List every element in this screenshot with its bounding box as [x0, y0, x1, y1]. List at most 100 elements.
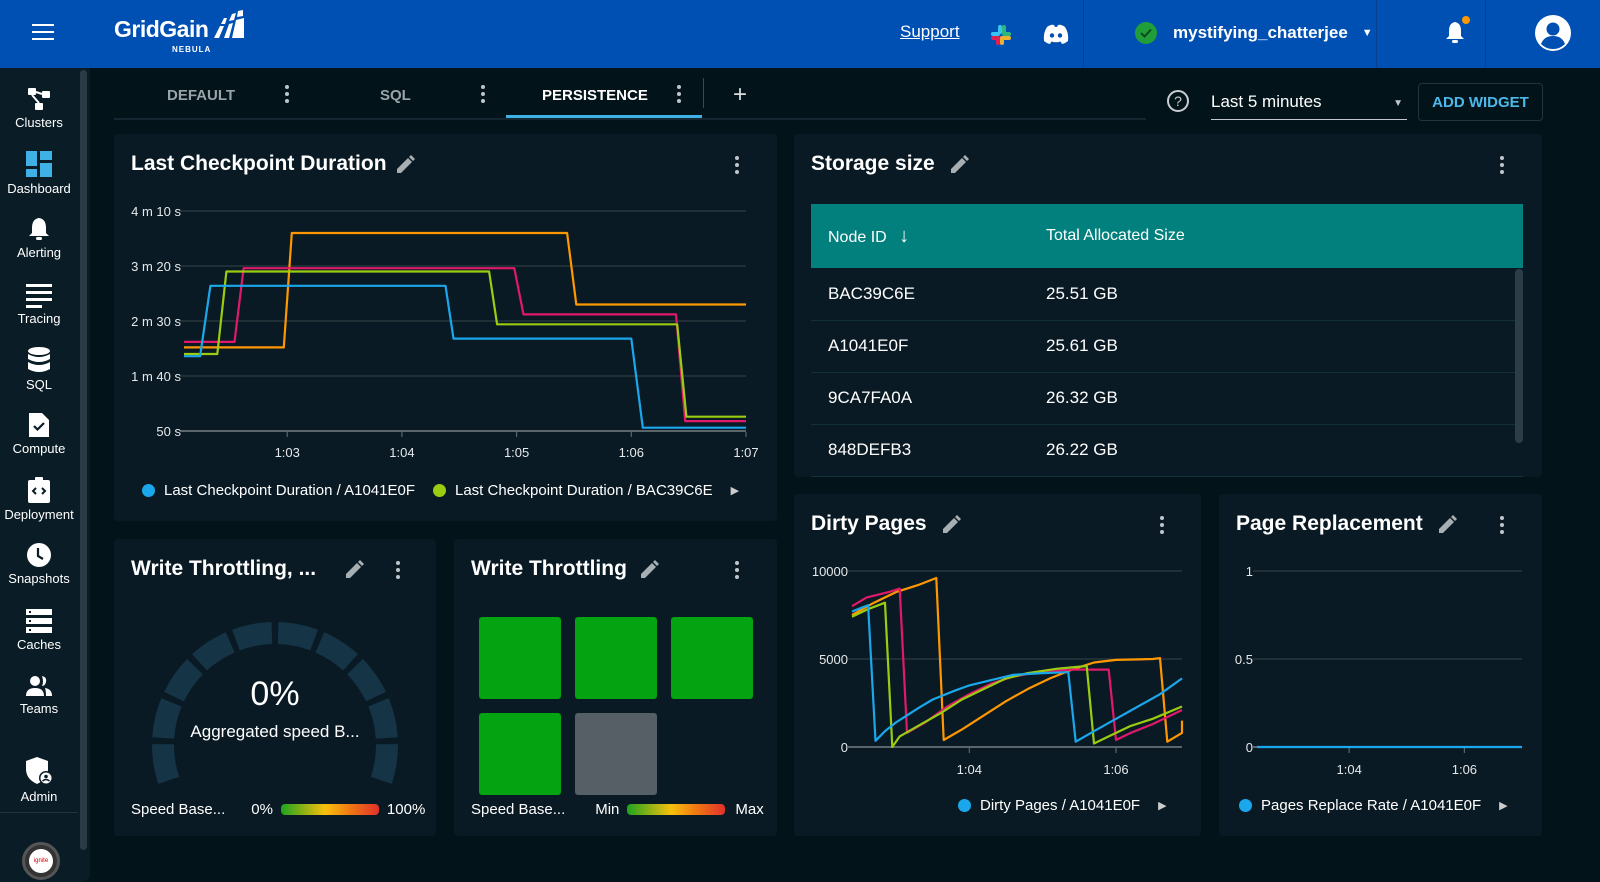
- caches-icon: [26, 609, 52, 633]
- legend-item[interactable]: Last Checkpoint Duration / A1041E0F: [142, 482, 415, 499]
- dirty-pages-chart: 0 5000 10000 1:04 1:06: [812, 564, 1184, 777]
- size-cell: 26.22 GB: [1029, 424, 1523, 477]
- legend-next-arrow-icon[interactable]: ▶: [731, 484, 739, 497]
- series-line[interactable]: [184, 267, 746, 423]
- sidebar-item-admin[interactable]: Admin: [0, 756, 78, 804]
- active-tab-indicator: [506, 115, 702, 118]
- user-selector[interactable]: mystifying_chatterjee ▼: [1135, 22, 1373, 44]
- sidebar-item-deployment[interactable]: Deployment: [0, 476, 78, 522]
- brand-subtitle: NEBULA: [172, 45, 212, 54]
- table-row[interactable]: 9CA7FA0A 26.32 GB: [811, 372, 1523, 425]
- tab-default-menu-icon[interactable]: [284, 85, 290, 105]
- storage-table: Node ID ↓ Total Allocated Size BAC39C6E 2…: [811, 204, 1523, 477]
- tab-label: PERSISTENCE: [542, 86, 648, 104]
- scale-min: Min: [595, 801, 620, 818]
- dashboard-tabs: DEFAULT SQL PERSISTENCE: [114, 70, 1146, 120]
- sidebar-scrollbar[interactable]: [80, 70, 87, 850]
- edit-pencil-icon[interactable]: [638, 559, 660, 581]
- discord-icon[interactable]: [1042, 24, 1070, 44]
- help-icon[interactable]: ?: [1167, 90, 1189, 112]
- widget-write-throttling-tiles: Write Throttling Speed Base... Min Max: [454, 539, 777, 836]
- sidebar-item-compute[interactable]: Compute: [0, 412, 78, 456]
- sidebar-item-label: Clusters: [15, 115, 63, 130]
- chart-legend: Pages Replace Rate / A1041E0F ▶: [1239, 797, 1508, 814]
- legend-item[interactable]: Pages Replace Rate / A1041E0F: [1239, 797, 1481, 814]
- column-header-total-allocated-size[interactable]: Total Allocated Size: [1029, 204, 1523, 268]
- series-line[interactable]: [184, 270, 746, 418]
- table-scrollbar[interactable]: [1515, 269, 1523, 443]
- legend-next-arrow-icon[interactable]: ▶: [1499, 799, 1507, 812]
- sidebar-item-caches[interactable]: Caches: [0, 608, 78, 652]
- tab-persistence[interactable]: PERSISTENCE: [542, 70, 648, 120]
- time-range-select[interactable]: Last 5 minutes ▼: [1211, 84, 1407, 120]
- widget-page-replacement: Page Replacement 0 0.5 1 1:04 1:06 Pages Rep…: [1219, 494, 1542, 836]
- table-row[interactable]: BAC39C6E 25.51 GB: [811, 268, 1523, 321]
- status-tile[interactable]: [575, 617, 657, 699]
- legend-dot: [433, 484, 446, 497]
- sidebar-item-label: Teams: [19, 701, 59, 716]
- widget-menu-icon[interactable]: [734, 561, 740, 581]
- account-avatar-icon[interactable]: [1534, 14, 1572, 52]
- sidebar-item-label: Caches: [16, 637, 62, 652]
- logo[interactable]: GridGain NEBULA: [114, 10, 244, 54]
- x-tick-label: 1:06: [1103, 762, 1128, 777]
- status-tile[interactable]: [575, 713, 657, 795]
- y-tick-label: 4 m 10 s: [131, 204, 181, 219]
- powered-by-ignite-badge: ignite: [22, 842, 60, 880]
- legend-item[interactable]: Last Checkpoint Duration / BAC39C6E: [433, 482, 713, 499]
- bell-icon: [29, 218, 49, 240]
- legend-next-arrow-icon[interactable]: ▶: [1158, 799, 1166, 812]
- y-tick-label: 2 m 30 s: [131, 314, 181, 329]
- tab-sql[interactable]: SQL: [380, 70, 411, 120]
- header-divider: [1376, 0, 1377, 68]
- top-bar: GridGain NEBULA Support mystifying_chatt…: [0, 0, 1600, 68]
- widget-dirty-pages: Dirty Pages 0 5000 10000 1:04 1:06 Dirty Pag…: [794, 494, 1201, 836]
- tab-persistence-menu-icon[interactable]: [676, 85, 682, 105]
- notifications-bell-icon[interactable]: [1444, 20, 1466, 44]
- checkpoint-chart: 50 s 1 m 40 s 2 m 30 s 3 m 20 s 4 m 10 s 1:03…: [131, 204, 759, 460]
- gauge-value: 0%: [250, 675, 300, 713]
- x-tick-label: 1:05: [504, 445, 529, 460]
- sidebar: Clusters Dashboard Alerting Tracing SQL …: [0, 68, 90, 882]
- gauge-segment: [315, 632, 358, 671]
- clusters-icon: [28, 88, 50, 110]
- sidebar-item-clusters[interactable]: Clusters: [0, 86, 78, 130]
- sidebar-item-sql[interactable]: SQL: [0, 346, 78, 392]
- sidebar-item-alerting[interactable]: Alerting: [0, 216, 78, 260]
- color-scale: Speed Base... Min Max: [471, 801, 764, 818]
- status-tile[interactable]: [479, 617, 561, 699]
- widget-menu-icon[interactable]: [1499, 156, 1505, 176]
- y-tick-label: 1 m 40 s: [131, 369, 181, 384]
- gauge-arc: [152, 622, 399, 784]
- sidebar-item-tracing[interactable]: Tracing: [0, 282, 78, 326]
- edit-pencil-icon[interactable]: [948, 154, 970, 176]
- series-line[interactable]: [184, 231, 746, 349]
- sidebar-item-teams[interactable]: Teams: [0, 674, 78, 716]
- add-tab-plus-icon[interactable]: +: [733, 81, 747, 109]
- series-line[interactable]: [851, 587, 1183, 742]
- table-row[interactable]: A1041E0F 25.61 GB: [811, 320, 1523, 373]
- tab-default[interactable]: DEFAULT: [167, 70, 235, 120]
- sidebar-item-snapshots[interactable]: Snapshots: [0, 542, 78, 586]
- gauge-segment: [192, 632, 235, 671]
- table-row[interactable]: 848DEFB3 26.22 GB: [811, 424, 1523, 477]
- status-tile[interactable]: [671, 617, 753, 699]
- legend-item[interactable]: Dirty Pages / A1041E0F: [958, 797, 1140, 814]
- tab-sql-menu-icon[interactable]: [480, 85, 486, 105]
- menu-icon[interactable]: [32, 24, 54, 42]
- chart-legend: Last Checkpoint Duration / A1041E0F Last…: [142, 482, 739, 499]
- support-link[interactable]: Support: [900, 22, 960, 42]
- widget-last-checkpoint-duration: Last Checkpoint Duration 50 s1 m 40 s2 m…: [114, 134, 777, 521]
- y-tick-label: 5000: [819, 652, 848, 667]
- series-line[interactable]: [184, 284, 746, 429]
- column-header-node-id[interactable]: Node ID ↓: [811, 204, 1029, 268]
- sidebar-item-dashboard[interactable]: Dashboard: [0, 150, 78, 196]
- status-tile[interactable]: [479, 713, 561, 795]
- x-tick-label: 1:03: [275, 445, 300, 460]
- x-tick-label: 1:04: [1337, 762, 1362, 777]
- x-tick-label: 1:04: [389, 445, 414, 460]
- y-tick-label: 10000: [812, 564, 848, 579]
- sidebar-item-label: Admin: [20, 789, 58, 804]
- slack-icon[interactable]: [990, 24, 1012, 46]
- add-widget-button[interactable]: ADD WIDGET: [1418, 83, 1543, 121]
